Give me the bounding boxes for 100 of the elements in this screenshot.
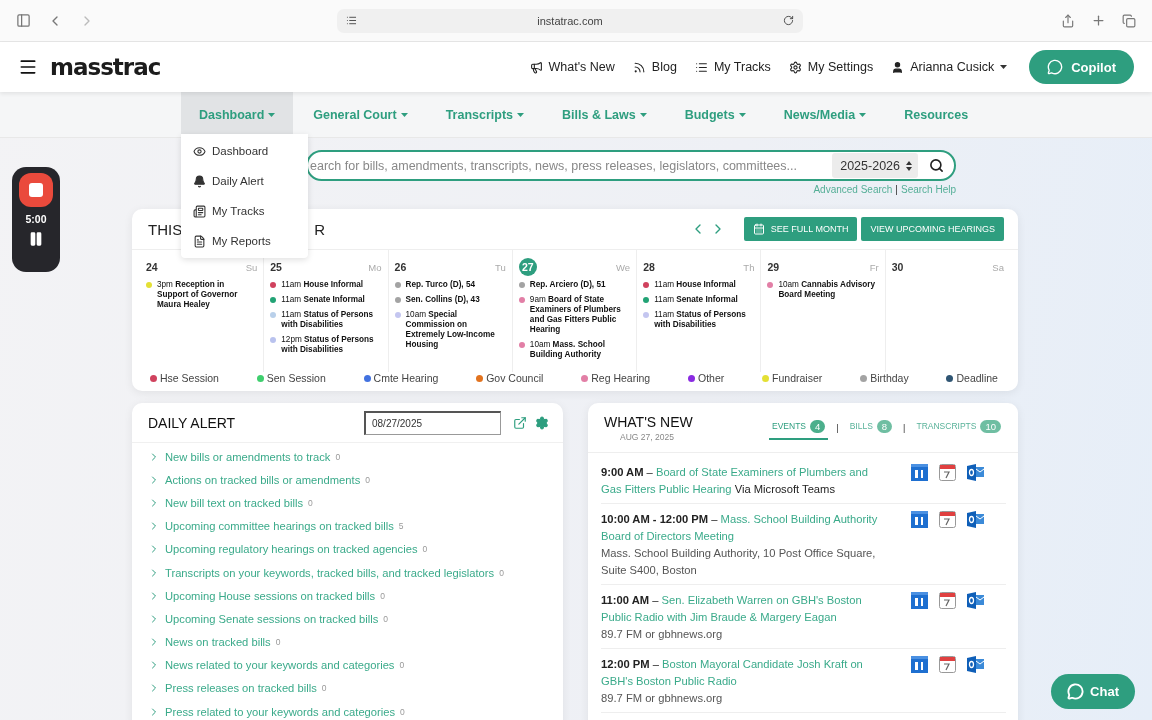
alert-count: 0 [383, 613, 389, 624]
page-icon [346, 15, 357, 26]
menu-item[interactable]: Daily Alert [193, 166, 308, 196]
pause-icon[interactable] [28, 231, 44, 247]
chat-icon [1067, 683, 1085, 700]
sidebar-icon[interactable] [16, 13, 31, 28]
stop-button[interactable] [19, 173, 53, 207]
share-icon[interactable] [1061, 13, 1075, 28]
event-location: 89.7 FM or gbhnews.org [601, 627, 724, 642]
header-link[interactable]: Blog [632, 60, 677, 74]
calendar-page-icon[interactable] [939, 592, 956, 609]
alert-count: 0 [380, 590, 385, 601]
url-text: instatrac.com [536, 14, 604, 27]
event-description: 12:00 PM – Boston Mayoral Candidate Josh Kraft on GBH's Boston Public Radio [601, 657, 864, 689]
header-link[interactable]: My Settings [788, 60, 874, 74]
menu-item[interactable]: My Reports [193, 226, 308, 256]
calendar-event[interactable]: 11am Status of Persons with Disabilities [281, 310, 382, 330]
day-number[interactable]: 24 [146, 258, 158, 276]
calendar-title: THIS [148, 220, 183, 238]
menu-icon[interactable] [18, 57, 38, 77]
card-title: WHAT'S NEW [604, 413, 693, 430]
menu-item[interactable]: Dashboard [193, 136, 308, 166]
calendar-page-icon[interactable] [939, 511, 956, 528]
settings-icon[interactable] [535, 415, 549, 430]
calendar-event[interactable]: Rep. Turco (D), 54 [405, 280, 475, 290]
chat-icon [1047, 59, 1064, 75]
separator: | [895, 184, 898, 195]
calendar-icon[interactable] [911, 511, 928, 528]
news-tab[interactable]: EVENTS 4 [769, 415, 829, 440]
mail-icon[interactable] [967, 592, 984, 609]
calendar-page-icon[interactable] [939, 656, 956, 673]
alert-count: 0 [422, 544, 428, 555]
date-field[interactable]: 08/27/2025 [364, 410, 501, 435]
calendar-event[interactable]: 10am Mass. School Building Authority [529, 340, 631, 360]
calendar-title: R [314, 220, 325, 238]
document-icon [193, 234, 206, 248]
legend-label: Hse Session [160, 372, 219, 384]
day-number[interactable]: 28 [643, 258, 655, 276]
weekday-label: Fr [869, 261, 879, 273]
search-field[interactable]: earch for bills, amendments, transcripts, news, press releases, legislators, committees... 2025-2026 [306, 150, 956, 181]
address-bar[interactable]: instatrac.com [337, 8, 803, 33]
mail-icon[interactable] [967, 656, 984, 673]
event-location: 89.7 FM or gbhnews.org [601, 691, 724, 706]
event-location: Mass. School Building Authority, 10 Post Office Square, Suite S400, Boston [601, 546, 877, 578]
weekday-label: Su [245, 261, 258, 273]
card-title: DAILY ALERT [148, 414, 236, 431]
session-select[interactable]: 2025-2026 [832, 153, 918, 178]
weekday-label: Th [743, 261, 755, 273]
reload-icon[interactable] [783, 15, 794, 26]
event-description: 9:00 AM – Board of State Examiners of Plumbers and Gas Fitters Public Hearing Via Microsoft Teams [601, 465, 869, 497]
calendar-page-icon[interactable] [939, 464, 956, 481]
calendar-event[interactable]: 11am Senate Informal [281, 295, 365, 305]
alert-count: 0 [365, 474, 370, 485]
calendar-icon[interactable] [911, 592, 928, 609]
calendar-event[interactable]: Rep. Arciero (D), 51 [529, 280, 606, 290]
calendar-event[interactable]: 11am House Informal [281, 280, 364, 290]
calendar-icon[interactable] [911, 656, 928, 673]
calendar-event[interactable]: 12pm Status of Persons with Disabilities [281, 335, 382, 355]
legend-label: Deadline [956, 372, 998, 384]
megaphone-icon [529, 60, 543, 74]
event-description: 11:00 AM – Sen. Elizabeth Warren on GBH's Boston Public Radio with Jim Braude & Margery Eagan [601, 593, 863, 625]
alert-count: 0 [321, 683, 327, 694]
event-description: 10:00 AM - 12:00 PM – Mass. School Building Authority Board of Directors Meeting [601, 512, 879, 544]
legend-label: Cmte Hearing [373, 372, 439, 384]
day-number[interactable]: 25 [270, 258, 282, 276]
newspaper-icon [193, 204, 206, 218]
alert-count: 0 [499, 567, 504, 578]
calendar-event[interactable]: 11am House Informal [654, 280, 736, 290]
user-icon [891, 60, 905, 74]
day-number[interactable]: 29 [767, 258, 780, 276]
calendar-event[interactable]: 11am Senate Informal [654, 295, 738, 305]
mail-icon[interactable] [967, 511, 984, 528]
external-link-icon[interactable] [513, 415, 527, 430]
calendar-event[interactable]: 11am Status of Persons with Disabilities [654, 310, 755, 330]
weekday-label: Mo [368, 261, 382, 273]
calendar-icon[interactable] [911, 464, 928, 481]
header-link[interactable]: Arianna Cusick [891, 60, 1008, 74]
new-tab-icon[interactable] [1091, 13, 1106, 28]
mail-icon[interactable] [967, 464, 984, 481]
news-date: AUG 27, 2025 [620, 431, 674, 442]
legend-label: Gov Council [486, 372, 544, 384]
header-link[interactable]: My Tracks [694, 60, 771, 74]
day-number[interactable]: 30 [891, 258, 904, 276]
settings-icon [788, 60, 802, 74]
calendar-icon [752, 223, 765, 235]
separator: | [903, 422, 906, 433]
logo[interactable]: masstrac [50, 54, 161, 80]
alert-count: 5 [398, 521, 404, 532]
calendar-event[interactable]: 10am Special Commission on Extremely Low-Income Housing [405, 310, 506, 350]
calendar-event[interactable]: 10am Cannabis Advisory Board Meeting [778, 280, 879, 300]
calendar-event[interactable]: 9am Board of State Examiners of Plumbers and Gas Fitters Public Hearing [529, 295, 631, 335]
eye-icon [193, 144, 206, 158]
header-link[interactable]: What's New [529, 60, 615, 74]
menu-item[interactable]: My Tracks [193, 196, 308, 226]
alert-count: 0 [308, 497, 313, 508]
tabs-icon[interactable] [1122, 13, 1136, 28]
calendar-event[interactable]: Sen. Collins (D), 43 [405, 295, 480, 305]
calendar-event[interactable]: 3pm Reception in Support of Governor Maura Healey [157, 280, 258, 310]
day-number[interactable]: 26 [394, 258, 407, 276]
legend-label: Sen Session [266, 372, 326, 384]
